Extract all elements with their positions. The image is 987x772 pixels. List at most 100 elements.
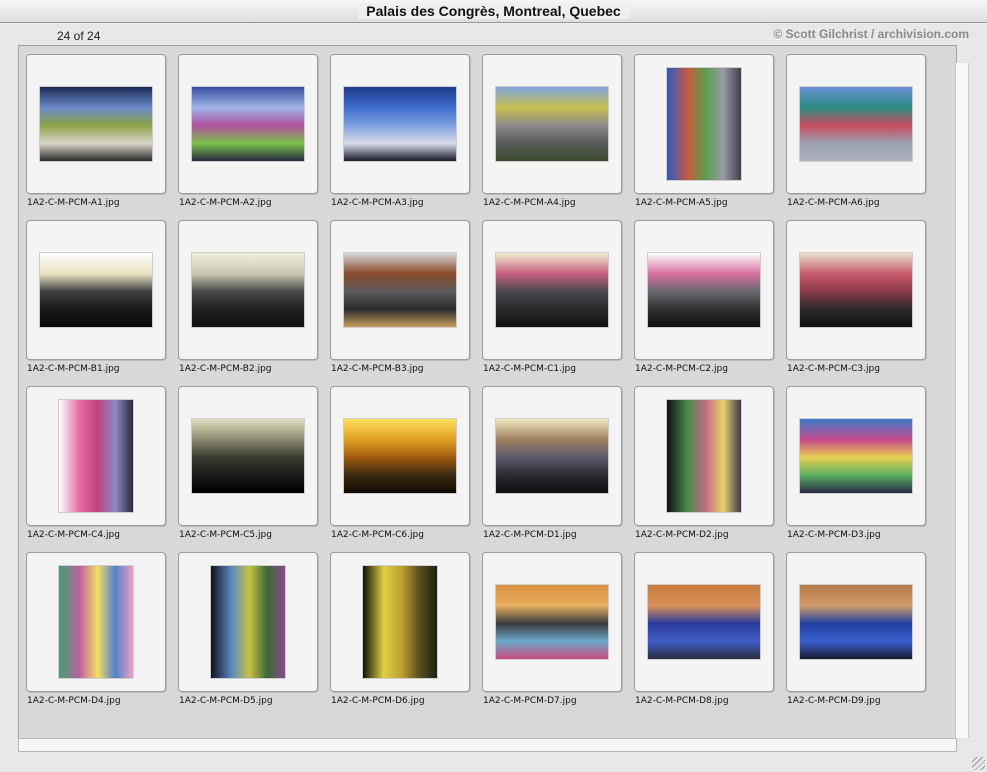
thumbnail-filename: 1A2-C-M-PCM-A2.jpg <box>179 198 272 208</box>
thumbnail-image[interactable] <box>363 566 437 678</box>
slide-frame[interactable] <box>786 552 926 692</box>
thumbnail-filename: 1A2-C-M-PCM-D8.jpg <box>635 696 729 706</box>
thumbnail-image[interactable] <box>800 419 912 493</box>
thumbnail-image[interactable] <box>800 87 912 161</box>
slide-frame[interactable] <box>634 220 774 360</box>
thumbnail-item[interactable]: 1A2-C-M-PCM-C6.jpg <box>330 386 470 548</box>
thumbnail-image[interactable] <box>667 68 741 180</box>
thumbnail-image[interactable] <box>667 400 741 512</box>
thumbnail-item[interactable]: 1A2-C-M-PCM-D7.jpg <box>482 552 622 714</box>
slide-frame[interactable] <box>26 386 166 526</box>
thumbnail-item[interactable]: 1A2-C-M-PCM-D8.jpg <box>634 552 774 714</box>
thumbnail-item[interactable]: 1A2-C-M-PCM-A6.jpg <box>786 54 926 216</box>
slide-frame[interactable] <box>178 54 318 194</box>
thumbnail-image[interactable] <box>648 253 760 327</box>
thumbnail-image[interactable] <box>59 400 133 512</box>
slide-frame[interactable] <box>26 54 166 194</box>
thumbnail-item[interactable]: 1A2-C-M-PCM-A4.jpg <box>482 54 622 216</box>
vertical-scrollbar[interactable] <box>955 63 969 738</box>
thumbnail-filename: 1A2-C-M-PCM-A3.jpg <box>331 198 424 208</box>
thumbnail-item[interactable]: 1A2-C-M-PCM-D1.jpg <box>482 386 622 548</box>
thumbnail-image[interactable] <box>800 585 912 659</box>
thumbnail-item[interactable]: 1A2-C-M-PCM-B3.jpg <box>330 220 470 382</box>
thumbnail-image[interactable] <box>496 253 608 327</box>
thumbnail-item[interactable]: 1A2-C-M-PCM-D4.jpg <box>26 552 166 714</box>
slide-frame[interactable] <box>330 552 470 692</box>
credit-text: © Scott Gilchrist / archivision.com <box>773 27 969 41</box>
thumbnail-item[interactable]: 1A2-C-M-PCM-C1.jpg <box>482 220 622 382</box>
thumbnail-image[interactable] <box>344 253 456 327</box>
slide-frame[interactable] <box>634 54 774 194</box>
slide-frame[interactable] <box>26 220 166 360</box>
slide-frame[interactable] <box>330 54 470 194</box>
thumbnail-filename: 1A2-C-M-PCM-C3.jpg <box>787 364 880 374</box>
slide-frame[interactable] <box>786 54 926 194</box>
slide-frame[interactable] <box>482 552 622 692</box>
thumbnail-item[interactable]: 1A2-C-M-PCM-D5.jpg <box>178 552 318 714</box>
slide-frame[interactable] <box>330 386 470 526</box>
slide-frame[interactable] <box>786 386 926 526</box>
thumbnail-image[interactable] <box>496 419 608 493</box>
horizontal-scrollbar[interactable] <box>18 738 957 752</box>
thumbnail-filename: 1A2-C-M-PCM-D5.jpg <box>179 696 273 706</box>
resize-grip-icon[interactable] <box>972 757 985 770</box>
thumbnail-item[interactable]: 1A2-C-M-PCM-D3.jpg <box>786 386 926 548</box>
thumbnail-image[interactable] <box>211 566 285 678</box>
thumbnail-item[interactable]: 1A2-C-M-PCM-A1.jpg <box>26 54 166 216</box>
slide-frame[interactable] <box>482 54 622 194</box>
thumbnail-filename: 1A2-C-M-PCM-C4.jpg <box>27 530 120 540</box>
thumbnail-filename: 1A2-C-M-PCM-D6.jpg <box>331 696 425 706</box>
slide-frame[interactable] <box>178 220 318 360</box>
thumbnail-item[interactable]: 1A2-C-M-PCM-D9.jpg <box>786 552 926 714</box>
thumbnail-image[interactable] <box>496 87 608 161</box>
slide-frame[interactable] <box>634 386 774 526</box>
slide-frame[interactable] <box>482 386 622 526</box>
thumbnail-image[interactable] <box>192 419 304 493</box>
thumbnail-image[interactable] <box>648 585 760 659</box>
thumbnail-item[interactable]: 1A2-C-M-PCM-A3.jpg <box>330 54 470 216</box>
thumbnail-item[interactable]: 1A2-C-M-PCM-A5.jpg <box>634 54 774 216</box>
thumbnail-filename: 1A2-C-M-PCM-A6.jpg <box>787 198 880 208</box>
slide-frame[interactable] <box>634 552 774 692</box>
slide-frame[interactable] <box>786 220 926 360</box>
slide-frame[interactable] <box>26 552 166 692</box>
thumbnail-item[interactable]: 1A2-C-M-PCM-C3.jpg <box>786 220 926 382</box>
thumbnail-filename: 1A2-C-M-PCM-B3.jpg <box>331 364 424 374</box>
thumbnail-filename: 1A2-C-M-PCM-C2.jpg <box>635 364 728 374</box>
thumbnail-image[interactable] <box>344 419 456 493</box>
thumbnail-filename: 1A2-C-M-PCM-D1.jpg <box>483 530 577 540</box>
thumbnail-filename: 1A2-C-M-PCM-B2.jpg <box>179 364 272 374</box>
thumbnail-image[interactable] <box>59 566 133 678</box>
thumbnail-filename: 1A2-C-M-PCM-D9.jpg <box>787 696 881 706</box>
slide-frame[interactable] <box>178 386 318 526</box>
thumbnail-image[interactable] <box>192 87 304 161</box>
title-bar: Palais des Congrès, Montreal, Quebec <box>0 0 987 23</box>
thumbnail-filename: 1A2-C-M-PCM-C5.jpg <box>179 530 272 540</box>
thumbnail-image[interactable] <box>40 87 152 161</box>
thumbnail-filename: 1A2-C-M-PCM-C6.jpg <box>331 530 424 540</box>
window-title: Palais des Congrès, Montreal, Quebec <box>358 3 629 19</box>
thumbnail-item[interactable]: 1A2-C-M-PCM-B2.jpg <box>178 220 318 382</box>
thumbnail-image[interactable] <box>192 253 304 327</box>
thumbnail-item[interactable]: 1A2-C-M-PCM-A2.jpg <box>178 54 318 216</box>
thumbnail-image[interactable] <box>40 253 152 327</box>
slide-frame[interactable] <box>178 552 318 692</box>
thumbnail-item[interactable]: 1A2-C-M-PCM-C5.jpg <box>178 386 318 548</box>
thumbnail-filename: 1A2-C-M-PCM-B1.jpg <box>27 364 120 374</box>
thumbnail-filename: 1A2-C-M-PCM-A5.jpg <box>635 198 728 208</box>
slide-frame[interactable] <box>482 220 622 360</box>
thumbnail-filename: 1A2-C-M-PCM-A4.jpg <box>483 198 576 208</box>
image-count: 24 of 24 <box>57 29 101 43</box>
thumbnail-filename: 1A2-C-M-PCM-C1.jpg <box>483 364 576 374</box>
thumbnail-item[interactable]: 1A2-C-M-PCM-D6.jpg <box>330 552 470 714</box>
thumbnail-image[interactable] <box>496 585 608 659</box>
thumbnail-item[interactable]: 1A2-C-M-PCM-D2.jpg <box>634 386 774 548</box>
thumbnail-grid: 1A2-C-M-PCM-A1.jpg 1A2-C-M-PCM-A2.jpg 1A2-… <box>18 45 957 740</box>
thumbnail-item[interactable]: 1A2-C-M-PCM-C2.jpg <box>634 220 774 382</box>
thumbnail-filename: 1A2-C-M-PCM-D4.jpg <box>27 696 121 706</box>
thumbnail-item[interactable]: 1A2-C-M-PCM-C4.jpg <box>26 386 166 548</box>
thumbnail-image[interactable] <box>800 253 912 327</box>
thumbnail-item[interactable]: 1A2-C-M-PCM-B1.jpg <box>26 220 166 382</box>
slide-frame[interactable] <box>330 220 470 360</box>
thumbnail-image[interactable] <box>344 87 456 161</box>
